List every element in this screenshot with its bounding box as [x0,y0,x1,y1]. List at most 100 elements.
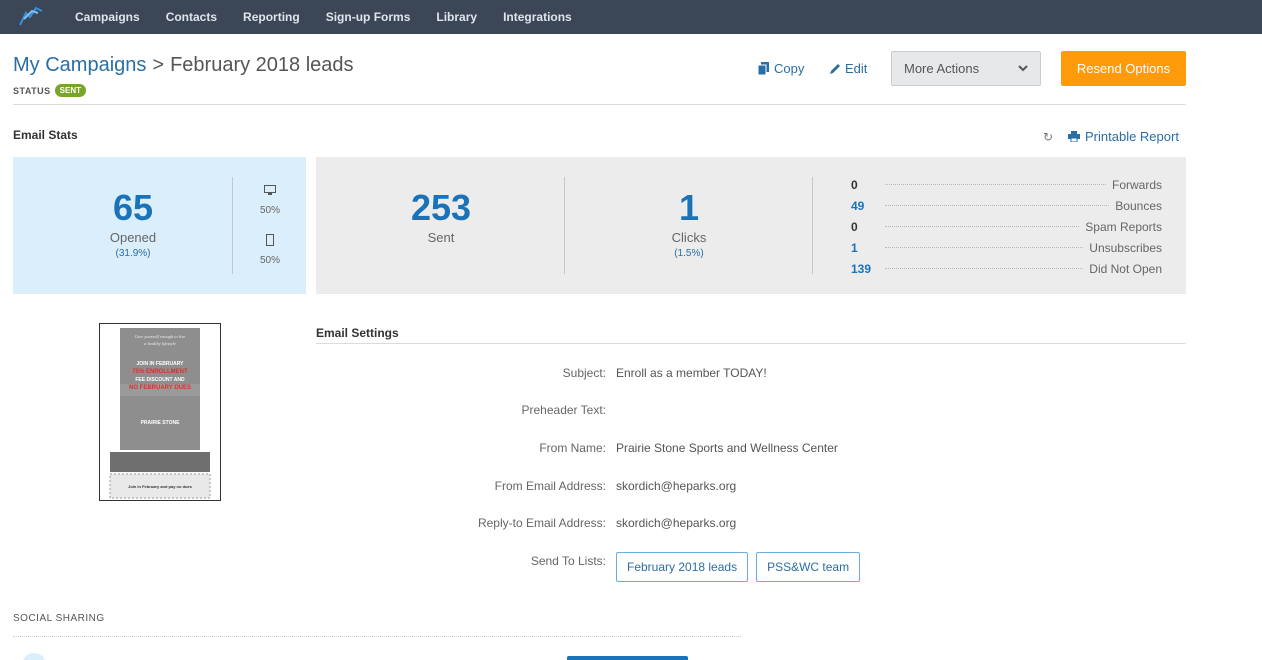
edit-label: Edit [845,61,868,76]
breadcrumb-my-campaigns[interactable]: My Campaigns [13,54,146,76]
opened-label: Opened [109,230,157,245]
opened-stat[interactable]: 65 Opened (31.9%) [53,187,213,260]
nav-item-integrations[interactable]: Integrations [503,10,572,24]
sent-stat[interactable]: 253 Sent [376,187,506,246]
setting-from-email: From Email Address: skordich@heparks.org [316,479,1186,499]
campaign-stats-panel: 253 Sent 1 Clicks (1.5%) 0 Forwards 49 B… [316,157,1186,294]
status-label: STATUS [13,85,51,96]
status-row: STATUS SENT [13,84,87,97]
unsubscribes-value: 1 [851,240,858,255]
copy-icon [758,62,769,75]
desktop-percent: 50% [259,205,280,216]
nav-item-library[interactable]: Library [436,10,477,24]
social-share-button[interactable] [567,656,688,660]
mobile-percent: 50% [259,255,280,266]
sent-divider [564,177,565,274]
forwards-value: 0 [851,177,858,192]
from-email-value: skordich@heparks.org [616,479,737,493]
desktop-icon [264,185,276,195]
social-sharing-title: SOCIAL SHARING [13,613,105,624]
sent-count: 253 [410,187,472,228]
reply-to-value: skordich@heparks.org [616,516,737,530]
preview-line-2: a healthy lifestyle [144,341,176,346]
bounces-label: Bounces [1115,198,1162,213]
from-email-label: From Email Address: [494,479,606,493]
setting-subject: Subject: Enroll as a member TODAY! [316,366,1186,386]
list-chip-pss-team[interactable]: PSS&WC team [756,552,861,582]
resend-options-button[interactable]: Resend Options [1061,51,1186,86]
preview-line-8: Join in February and pay no dues [128,484,193,489]
preview-line-1: Give yourself enough to live [135,334,186,339]
subject-label: Subject: [562,366,606,380]
clicks-count: 1 [678,187,700,228]
dotted-leader [885,226,1080,227]
setting-from-name: From Name: Prairie Stone Sports and Well… [316,441,1186,461]
preview-line-6: NO FEBRUARY DUES [129,385,191,391]
copy-label: Copy [774,61,805,76]
preview-line-5: FEE DISCOUNT AND [135,377,185,383]
reply-to-label: Reply-to Email Address: [477,516,606,530]
forwards-label: Forwards [1111,177,1162,192]
bounces-value: 49 [851,198,865,213]
dotted-leader [885,205,1110,206]
nav-item-campaigns[interactable]: Campaigns [75,10,140,24]
email-settings-title: Email Settings [316,326,399,340]
social-divider [13,636,741,637]
more-actions-dropdown[interactable]: More Actions [891,51,1041,86]
social-avatar[interactable] [22,653,46,660]
pencil-icon [830,63,840,74]
send-to-lists-label: Send To Lists: [530,554,606,568]
nav-item-signup-forms[interactable]: Sign-up Forms [326,10,411,24]
clicks-divider [812,177,813,274]
nav-menu: Campaigns Contacts Reporting Sign-up For… [75,0,598,34]
preview-line-4: 75% ENROLLMENT [132,369,188,375]
spam-reports-value: 0 [851,219,858,234]
unsubscribes-row[interactable]: 1 Unsubscribes [851,237,1162,258]
more-actions-label: More Actions [904,61,980,76]
from-name-label: From Name: [539,441,606,455]
opened-count: 65 [112,187,154,228]
unsubscribes-label: Unsubscribes [1089,240,1162,255]
sent-label: Sent [427,230,455,245]
nav-item-reporting[interactable]: Reporting [243,10,300,24]
top-navigation: Campaigns Contacts Reporting Sign-up For… [0,0,1262,34]
did-not-open-row[interactable]: 139 Did Not Open [851,258,1162,279]
breadcrumb: My Campaigns > February 2018 leads [13,54,354,77]
printable-report-label: Printable Report [1085,129,1179,144]
preview-line-7: PRAIRIE STONE [141,420,180,426]
opened-percent: (31.9%) [115,248,151,259]
logo-icon[interactable] [18,5,44,27]
clicks-label: Clicks [671,230,707,245]
copy-button[interactable]: Copy [758,61,804,76]
spam-reports-row[interactable]: 0 Spam Reports [851,216,1162,237]
setting-reply-to: Reply-to Email Address: skordich@heparks… [316,516,1186,536]
list-chip-february-leads[interactable]: February 2018 leads [616,552,749,582]
mini-stats-list: 0 Forwards 49 Bounces 0 Spam Reports 1 U… [851,174,1162,279]
email-preview-image: Give yourself enough to live a healthy l… [100,324,220,500]
breadcrumb-separator: > [152,54,165,76]
from-name-value: Prairie Stone Sports and Wellness Center [616,441,838,455]
clicks-percent: (1.5%) [674,248,704,259]
edit-button[interactable]: Edit [829,61,867,76]
bounces-row[interactable]: 49 Bounces [851,195,1162,216]
forwards-row[interactable]: 0 Forwards [851,174,1162,195]
email-stats-title: Email Stats [13,128,78,142]
setting-preheader: Preheader Text: [316,403,1186,423]
opened-divider [232,177,233,274]
dotted-leader [885,247,1084,248]
printer-icon [1068,131,1080,142]
printable-report-link[interactable]: Printable Report [1068,129,1179,144]
opened-stats-panel: 65 Opened (31.9%) 50% 50% [13,157,306,294]
nav-item-contacts[interactable]: Contacts [166,10,217,24]
dotted-leader [885,268,1084,269]
send-to-lists-values: February 2018 leads PSS&WC team [616,552,868,582]
mobile-icon [266,234,274,246]
email-preview-thumbnail[interactable]: Give yourself enough to live a healthy l… [99,323,221,501]
status-badge: SENT [54,84,87,97]
setting-send-to-lists: Send To Lists: February 2018 leads PSS&WC… [316,552,1186,584]
refresh-icon[interactable]: ↻ [1043,130,1053,144]
clicks-stat[interactable]: 1 Clicks (1.5%) [624,187,754,260]
page-title: February 2018 leads [170,54,354,76]
chevron-down-icon [1018,65,1028,72]
preheader-label: Preheader Text: [521,403,607,417]
